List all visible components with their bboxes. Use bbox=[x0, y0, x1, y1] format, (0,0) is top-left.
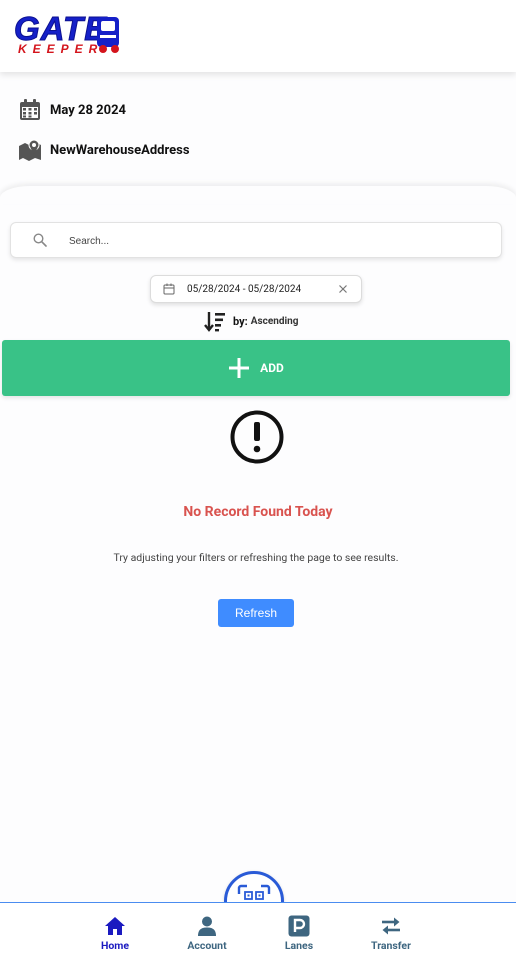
parking-icon bbox=[288, 915, 310, 937]
truck-icon bbox=[97, 17, 119, 53]
sort-ascending-icon bbox=[204, 312, 225, 332]
warehouse-address: NewWarehouseAddress bbox=[50, 142, 190, 158]
search-icon bbox=[33, 233, 47, 247]
refresh-button[interactable]: Refresh bbox=[218, 599, 294, 627]
address-row: NewWarehouseAddress bbox=[18, 138, 190, 162]
calendar-small-icon bbox=[163, 283, 175, 295]
nav-transfer-label: Transfer bbox=[371, 939, 411, 952]
transfer-arrows-icon bbox=[382, 917, 400, 935]
app-header: GATE KEEPER bbox=[0, 0, 516, 72]
nav-home-label: Home bbox=[100, 939, 130, 952]
nav-lanes[interactable]: Lanes bbox=[264, 915, 334, 952]
section-divider bbox=[0, 186, 516, 204]
nav-home[interactable]: Home bbox=[80, 915, 150, 952]
search-bar bbox=[10, 222, 502, 258]
logo-text-bottom: KEEPER bbox=[18, 42, 104, 56]
home-icon bbox=[105, 917, 125, 935]
sort-value: Ascending bbox=[250, 315, 299, 327]
user-icon bbox=[198, 916, 216, 936]
add-button[interactable]: ADD bbox=[2, 340, 510, 396]
bottom-navigation: Home Account Lanes Transfer bbox=[0, 902, 516, 965]
map-marker-icon bbox=[18, 138, 42, 162]
search-input[interactable] bbox=[67, 230, 491, 252]
nav-transfer[interactable]: Transfer bbox=[356, 915, 426, 952]
sort-toggle[interactable]: by: Ascending bbox=[204, 310, 298, 332]
sort-label: by: bbox=[233, 314, 248, 328]
gatekeeper-logo[interactable]: GATE KEEPER bbox=[13, 11, 126, 60]
nav-account[interactable]: Account bbox=[172, 915, 242, 952]
date-range-value: 05/28/2024 - 05/28/2024 bbox=[187, 283, 302, 295]
date-range-picker[interactable]: 05/28/2024 - 05/28/2024 bbox=[150, 275, 362, 303]
empty-state-title: No Record Found Today bbox=[183, 504, 333, 520]
empty-state-subtitle: Try adjusting your filters or refreshing… bbox=[113, 551, 399, 564]
add-button-label: ADD bbox=[260, 361, 284, 375]
plus-icon bbox=[229, 358, 250, 378]
clear-date-icon[interactable] bbox=[337, 283, 349, 295]
nav-account-label: Account bbox=[187, 939, 227, 952]
alert-circle-icon bbox=[230, 410, 284, 464]
current-date: May 28 2024 bbox=[50, 102, 127, 118]
calendar-icon bbox=[18, 98, 42, 122]
nav-lanes-label: Lanes bbox=[284, 939, 314, 952]
date-row: May 28 2024 bbox=[18, 98, 126, 122]
